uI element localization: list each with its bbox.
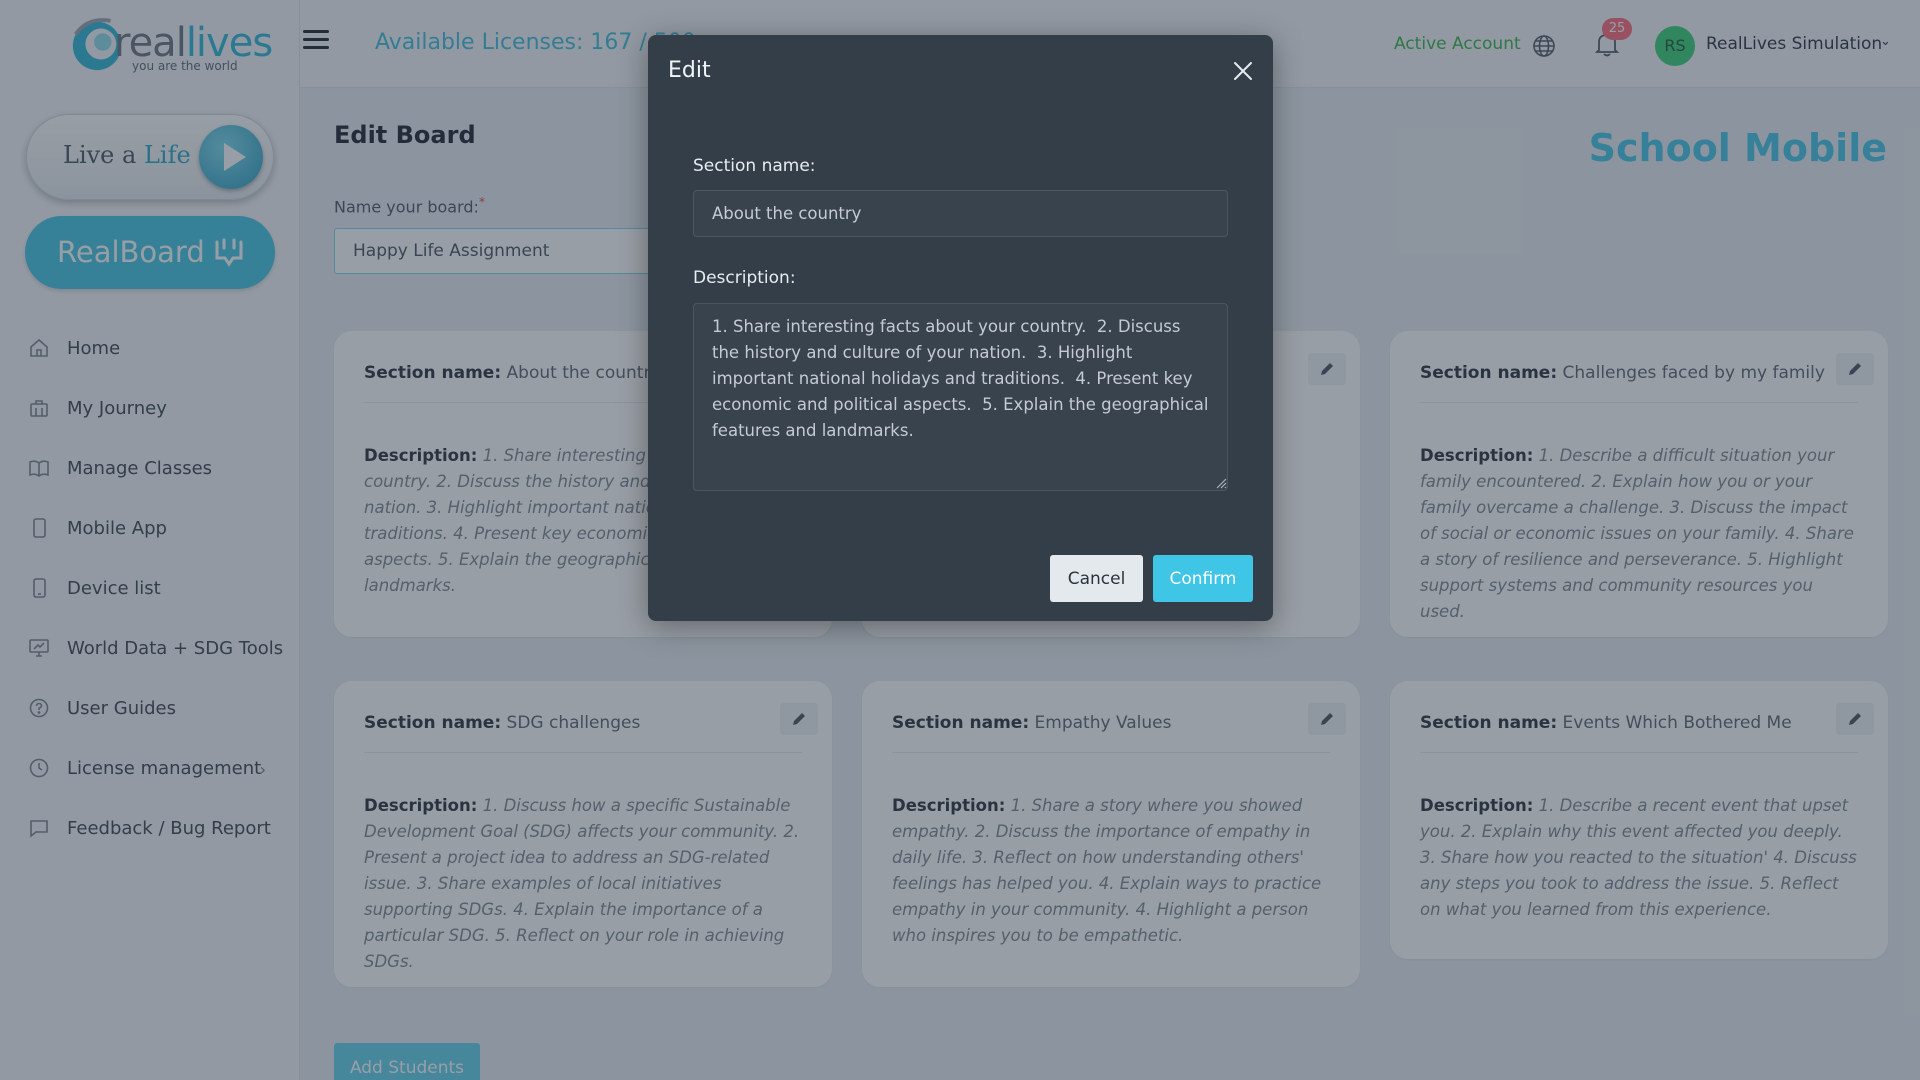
description-label: Description: xyxy=(693,268,796,288)
resize-grip-icon[interactable] xyxy=(1213,475,1227,489)
section-name-label: Section name: xyxy=(693,156,816,176)
modal-title: Edit xyxy=(668,58,711,83)
edit-section-modal: Edit Section name: Description: 1. Share… xyxy=(648,35,1273,621)
cancel-button[interactable]: Cancel xyxy=(1050,555,1143,602)
confirm-button[interactable]: Confirm xyxy=(1153,555,1253,602)
description-textarea[interactable]: 1. Share interesting facts about your co… xyxy=(693,303,1228,491)
close-icon[interactable] xyxy=(1231,59,1255,83)
section-name-input[interactable] xyxy=(693,190,1228,237)
